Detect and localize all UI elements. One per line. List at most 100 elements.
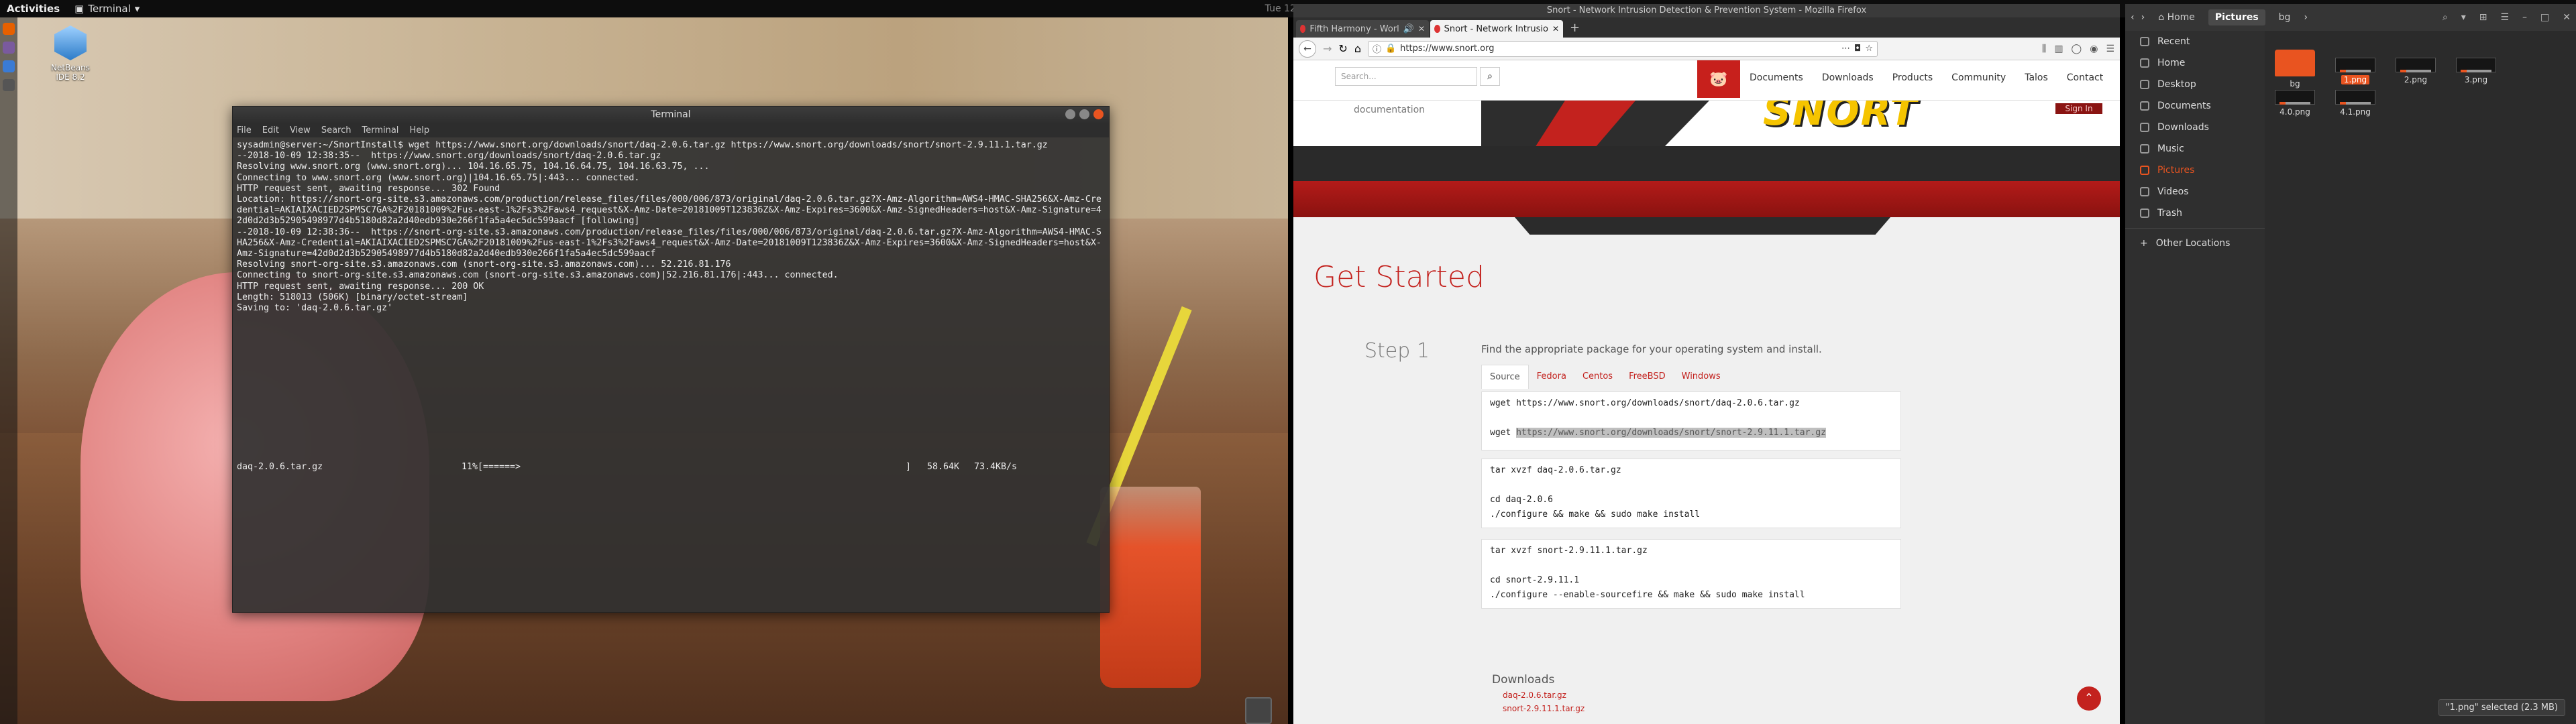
firefox-window[interactable]: Snort - Network Intrusion Detection & Pr… — [1293, 4, 2120, 724]
nav-contact[interactable]: Contact — [2067, 72, 2103, 83]
sidebar-item-videos[interactable]: Videos — [2125, 181, 2265, 202]
library-icon[interactable]: ⫼ — [2042, 44, 2046, 54]
site-nav: Documents Downloads Products Community T… — [1750, 72, 2103, 83]
back-button[interactable]: ‹ — [2131, 12, 2135, 23]
snort-wordmark: SNORT — [1763, 101, 1919, 134]
forward-button[interactable]: › — [2141, 12, 2145, 23]
sidebar-item-home[interactable]: Home — [2125, 52, 2265, 74]
corner-app-icon[interactable] — [1245, 697, 1272, 724]
tab-snort[interactable]: Snort - Network Intrusio ✕ — [1430, 20, 1563, 38]
grid-view-icon[interactable]: ⊞ — [2479, 12, 2487, 23]
forward-button[interactable]: → — [1323, 42, 1332, 55]
site-search-input[interactable]: Search... — [1335, 67, 1477, 86]
search-icon[interactable]: ⌕ — [2443, 12, 2448, 23]
snort-pig-logo[interactable]: 🐷 — [1697, 60, 1740, 98]
terminal-titlebar[interactable]: Terminal — [233, 107, 1109, 123]
close-button[interactable] — [1093, 109, 1104, 119]
hamburger-menu-icon[interactable]: ☰ — [2106, 44, 2114, 54]
close-icon[interactable]: ✕ — [1552, 24, 1559, 34]
netbeans-dock-icon[interactable] — [3, 60, 15, 72]
menu-view[interactable]: View — [290, 125, 311, 135]
tab-centos[interactable]: Centos — [1574, 365, 1621, 389]
home-icon: ⌂ — [2158, 12, 2167, 23]
files-icon[interactable] — [3, 42, 15, 54]
breadcrumb-bg[interactable]: bg — [2272, 9, 2298, 25]
breadcrumb-home[interactable]: ⌂ Home — [2151, 9, 2202, 25]
sidebar-item-pictures[interactable]: Pictures — [2125, 160, 2265, 181]
sidebar-item-music[interactable]: Music — [2125, 138, 2265, 160]
code-block-daq[interactable]: tar xvzf daq-2.0.6.tar.gz cd daq-2.0.6 .… — [1481, 459, 1901, 528]
tab-source[interactable]: Source — [1481, 365, 1529, 389]
extension-icon[interactable]: ◯ — [2072, 44, 2082, 54]
file-item-2png[interactable]: 2.png — [2387, 58, 2445, 84]
file-item-3png[interactable]: 3.png — [2447, 58, 2505, 84]
nav-documents[interactable]: Documents — [1750, 72, 1803, 83]
terminal-window[interactable]: Terminal File Edit View Search Terminal … — [232, 106, 1110, 613]
files-sidebar: Recent Home Desktop Documents Downloads … — [2125, 31, 2265, 724]
selected-url-text[interactable]: https://www.snort.org/downloads/snort/sn… — [1516, 428, 1826, 438]
sidebar-icon[interactable]: ▥ — [2054, 44, 2063, 54]
reload-button[interactable]: ↻ — [1338, 42, 1347, 55]
maximize-button[interactable] — [1079, 109, 1089, 119]
progress-bar-end: ] — [906, 462, 912, 472]
dock — [0, 17, 17, 724]
minimize-button[interactable] — [1065, 109, 1075, 119]
download-link-daq[interactable]: daq-2.0.6.tar.gz — [1503, 690, 1566, 700]
close-icon[interactable]: ✕ — [1418, 24, 1425, 34]
account-icon[interactable]: ◉ — [2090, 44, 2098, 54]
terminal-output[interactable]: sysadmin@server:~/SnortInstall$ wget htt… — [233, 137, 1109, 314]
activities-button[interactable]: Activities — [0, 3, 66, 15]
file-item-1png[interactable]: 1.png — [2326, 58, 2384, 84]
nav-talos[interactable]: Talos — [2025, 72, 2048, 83]
menu-help[interactable]: Help — [409, 125, 429, 135]
breadcrumb-pictures[interactable]: Pictures — [2208, 9, 2265, 25]
files-window[interactable]: ‹ › ⌂ Home Pictures bg › ⌕ ▾ ⊞ ☰ – □ ✕ R… — [2125, 4, 2576, 724]
code-line: wget https://www.snort.org/downloads/sno… — [1490, 398, 1800, 408]
view-options-icon[interactable]: ▾ — [2461, 12, 2466, 23]
maximize-button[interactable]: □ — [2540, 12, 2549, 23]
sidebar-item-trash[interactable]: Trash — [2125, 202, 2265, 224]
code-block-snort[interactable]: tar xvzf snort-2.9.11.1.tar.gz cd snort-… — [1481, 539, 1901, 609]
menu-search[interactable]: Search — [321, 125, 352, 135]
menu-edit[interactable]: Edit — [262, 125, 279, 135]
code-block-wget[interactable]: wget https://www.snort.org/downloads/sno… — [1481, 391, 1901, 450]
scroll-to-top-button[interactable]: ⌃ — [2077, 686, 2101, 711]
minimize-button[interactable]: – — [2522, 12, 2527, 23]
firefox-icon[interactable] — [3, 23, 15, 35]
page-actions-icon[interactable]: ⋯ — [1841, 44, 1850, 54]
home-button[interactable]: ⌂ — [1354, 42, 1361, 55]
hamburger-menu-icon[interactable]: ☰ — [2500, 12, 2509, 23]
tab-freebsd[interactable]: FreeBSD — [1621, 365, 1674, 389]
tab-fifth-harmony[interactable]: Fifth Harmony - Worl 🔊 ✕ — [1296, 20, 1429, 38]
plus-icon: + — [2140, 238, 2148, 249]
file-item-40png[interactable]: 4.0.png — [2266, 90, 2324, 117]
nav-products[interactable]: Products — [1892, 72, 1933, 83]
netbeans-desktop-shortcut[interactable]: NetBeans IDE 8.2 — [47, 25, 94, 82]
sidebar-item-other-locations[interactable]: + Other Locations — [2125, 233, 2265, 254]
sidebar-item-recent[interactable]: Recent — [2125, 31, 2265, 52]
bookmark-star-icon[interactable]: ☆ — [1865, 44, 1873, 54]
breadcrumb-next-button[interactable]: › — [2304, 12, 2308, 23]
sidebar-item-desktop[interactable]: Desktop — [2125, 74, 2265, 95]
file-item-bg[interactable]: bg — [2266, 50, 2324, 88]
download-link-snort[interactable]: snort-2.9.11.1.tar.gz — [1503, 704, 1585, 713]
url-bar[interactable]: ⓘ 🔒 https://www.snort.org ⋯ ◘ ☆ — [1367, 40, 1878, 57]
new-tab-button[interactable]: + — [1564, 21, 1585, 38]
documentation-link[interactable]: documentation — [1354, 105, 1425, 115]
tab-windows[interactable]: Windows — [1674, 365, 1729, 389]
tab-fedora[interactable]: Fedora — [1529, 365, 1574, 389]
sidebar-item-downloads[interactable]: Downloads — [2125, 117, 2265, 138]
sidebar-item-documents[interactable]: Documents — [2125, 95, 2265, 117]
nav-downloads[interactable]: Downloads — [1822, 72, 1874, 83]
file-item-41png[interactable]: 4.1.png — [2326, 90, 2384, 117]
menu-terminal[interactable]: Terminal — [362, 125, 398, 135]
menu-file[interactable]: File — [237, 125, 252, 135]
app-menu[interactable]: ▣ Terminal ▾ — [66, 3, 148, 15]
nav-community[interactable]: Community — [1951, 72, 2006, 83]
sign-in-link[interactable]: Sign In — [2055, 103, 2102, 114]
back-button[interactable]: ← — [1299, 40, 1316, 58]
pocket-icon[interactable]: ◘ — [1854, 44, 1861, 54]
search-icon[interactable]: ⌕ — [1480, 67, 1500, 86]
close-button[interactable]: ✕ — [2563, 12, 2571, 23]
terminal-dock-icon[interactable] — [3, 79, 15, 91]
